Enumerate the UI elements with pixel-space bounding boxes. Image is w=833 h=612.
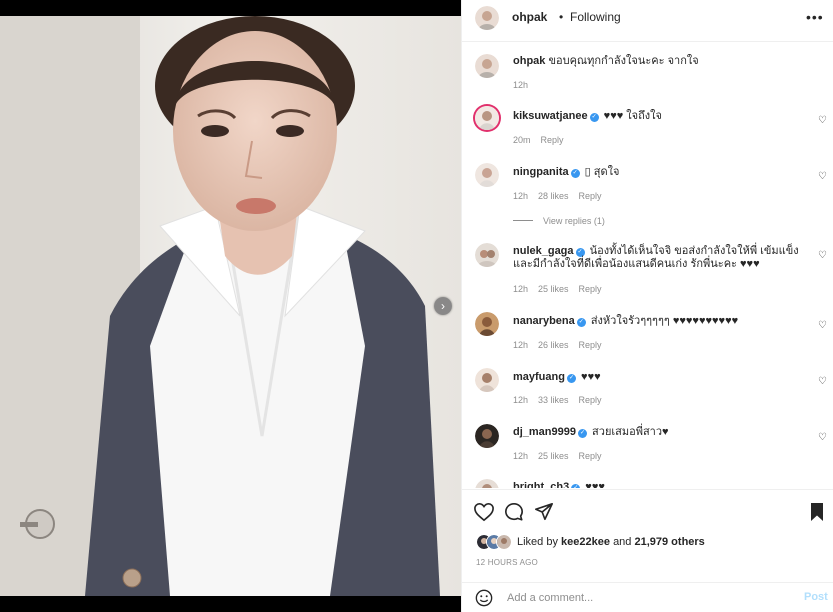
replies-divider bbox=[513, 220, 533, 221]
post-timestamp[interactable]: 12 HOURS AGO bbox=[476, 558, 538, 567]
comments-list[interactable]: ohpak ขอบคุณทุกกำลังใจนะคะ จากใจ 12h kik… bbox=[462, 42, 833, 488]
verified-badge-icon: ✓ bbox=[576, 318, 586, 327]
avatar bbox=[496, 534, 512, 550]
comment-text: ♥♥♥ bbox=[581, 371, 601, 383]
chevron-right-icon: › bbox=[441, 299, 445, 313]
comment-time: 12h bbox=[513, 191, 529, 201]
commenter-avatar[interactable] bbox=[475, 163, 499, 187]
comment-time: 12h bbox=[513, 395, 529, 405]
liked-by-prefix: Liked by bbox=[517, 536, 558, 548]
post-photo[interactable] bbox=[0, 16, 461, 596]
comment-text: สวยเสมอพี่สาว♥ bbox=[592, 426, 669, 438]
comment-time: 12h bbox=[513, 451, 529, 461]
verified-badge-icon: ✓ bbox=[570, 169, 580, 178]
commenter-avatar[interactable] bbox=[475, 479, 499, 488]
commenter-avatar[interactable] bbox=[475, 312, 499, 336]
liked-by-count[interactable]: 21,979 others bbox=[634, 536, 704, 548]
liked-by-user[interactable]: kee22kee bbox=[561, 536, 610, 548]
follow-status-button[interactable]: Following bbox=[570, 10, 621, 24]
reply-button[interactable]: Reply bbox=[579, 451, 602, 461]
view-replies-button[interactable]: View replies (1) bbox=[513, 216, 605, 226]
bookmark-icon[interactable] bbox=[809, 502, 825, 522]
header-separator: • bbox=[559, 10, 564, 24]
comment-username[interactable]: nanarybena bbox=[513, 315, 575, 327]
post-comment-button[interactable]: Post bbox=[804, 591, 828, 603]
comment-username[interactable]: kiksuwatjanee bbox=[513, 110, 588, 122]
caption-time: 12h bbox=[513, 80, 529, 90]
comment-input[interactable] bbox=[505, 589, 789, 607]
like-comment-heart-icon[interactable]: ♡ bbox=[818, 320, 827, 331]
comment-text: ♥♥♥ bbox=[585, 481, 605, 488]
view-replies-label: View replies (1) bbox=[543, 216, 605, 226]
comment-icon[interactable] bbox=[504, 502, 524, 522]
liked-by-and: and bbox=[613, 536, 632, 548]
like-comment-heart-icon[interactable]: ♡ bbox=[818, 171, 827, 182]
caption-avatar[interactable] bbox=[475, 54, 499, 78]
like-comment-heart-icon[interactable]: ♡ bbox=[818, 115, 827, 126]
comment-username[interactable]: bright_ch3 bbox=[513, 481, 569, 488]
comment-username[interactable]: nulek_gaga bbox=[513, 245, 574, 257]
verified-badge-icon: ✓ bbox=[575, 248, 585, 257]
add-comment-bar: Post bbox=[462, 582, 833, 611]
reply-button[interactable]: Reply bbox=[579, 340, 602, 350]
emoji-icon[interactable] bbox=[475, 589, 493, 607]
post-header: ohpak • Following ••• bbox=[462, 0, 833, 42]
comment-likes[interactable]: 33 likes bbox=[538, 395, 569, 405]
comment-likes[interactable]: 26 likes bbox=[538, 340, 569, 350]
reply-button[interactable]: Reply bbox=[541, 135, 564, 145]
comment-time: 20m bbox=[513, 135, 531, 145]
comment-time: 12h bbox=[513, 284, 529, 294]
heart-icon[interactable] bbox=[473, 502, 495, 522]
reply-button[interactable]: Reply bbox=[579, 395, 602, 405]
post-panel: ohpak • Following ••• ohpak ขอบคุณทุกกำล… bbox=[461, 0, 833, 612]
like-comment-heart-icon[interactable]: ♡ bbox=[818, 432, 827, 443]
author-username[interactable]: ohpak bbox=[512, 10, 547, 24]
comment-likes[interactable]: 25 likes bbox=[538, 284, 569, 294]
comment-username[interactable]: mayfuang bbox=[513, 371, 565, 383]
like-comment-heart-icon[interactable]: ♡ bbox=[818, 376, 827, 387]
commenter-avatar[interactable] bbox=[475, 368, 499, 392]
comment-likes[interactable]: 25 likes bbox=[538, 451, 569, 461]
like-comment-heart-icon[interactable]: ♡ bbox=[818, 250, 827, 261]
verified-badge-icon: ✓ bbox=[566, 374, 576, 383]
liked-by-text: Liked by kee22kee and 21,979 others bbox=[517, 536, 705, 548]
comment-username[interactable]: dj_man9999 bbox=[513, 426, 576, 438]
share-icon[interactable] bbox=[534, 502, 554, 522]
caption-text: ขอบคุณทุกกำลังใจนะคะ จากใจ bbox=[548, 55, 699, 67]
comment-time: 12h bbox=[513, 340, 529, 350]
comment-text: ส่งหัวใจรัวๆๆๆๆๆ ♥♥♥♥♥♥♥♥♥♥ bbox=[590, 315, 739, 327]
reply-button[interactable]: Reply bbox=[579, 191, 602, 201]
caption-username[interactable]: ohpak bbox=[513, 55, 545, 67]
liked-by-avatars[interactable] bbox=[476, 534, 516, 550]
comment-text: ♥♥♥ ใจถึงใจ bbox=[603, 110, 662, 122]
comment-username[interactable]: ningpanita bbox=[513, 166, 569, 178]
commenter-avatar[interactable] bbox=[475, 424, 499, 448]
ellipsis-icon[interactable]: ••• bbox=[806, 9, 824, 25]
post-actions: Liked by kee22kee and 21,979 others 12 H… bbox=[462, 489, 833, 610]
verified-badge-icon: ✓ bbox=[571, 484, 581, 488]
post-image bbox=[0, 16, 461, 596]
verified-badge-icon: ✓ bbox=[577, 429, 587, 438]
reply-button[interactable]: Reply bbox=[579, 284, 602, 294]
verified-badge-icon: ✓ bbox=[589, 113, 599, 122]
commenter-avatar[interactable] bbox=[475, 106, 499, 130]
commenter-avatar[interactable] bbox=[475, 243, 499, 267]
comment-likes[interactable]: 28 likes bbox=[538, 191, 569, 201]
author-avatar[interactable] bbox=[475, 6, 499, 30]
next-photo-button[interactable]: › bbox=[434, 297, 452, 315]
comment-text: ▯ สุดใจ bbox=[584, 166, 620, 178]
